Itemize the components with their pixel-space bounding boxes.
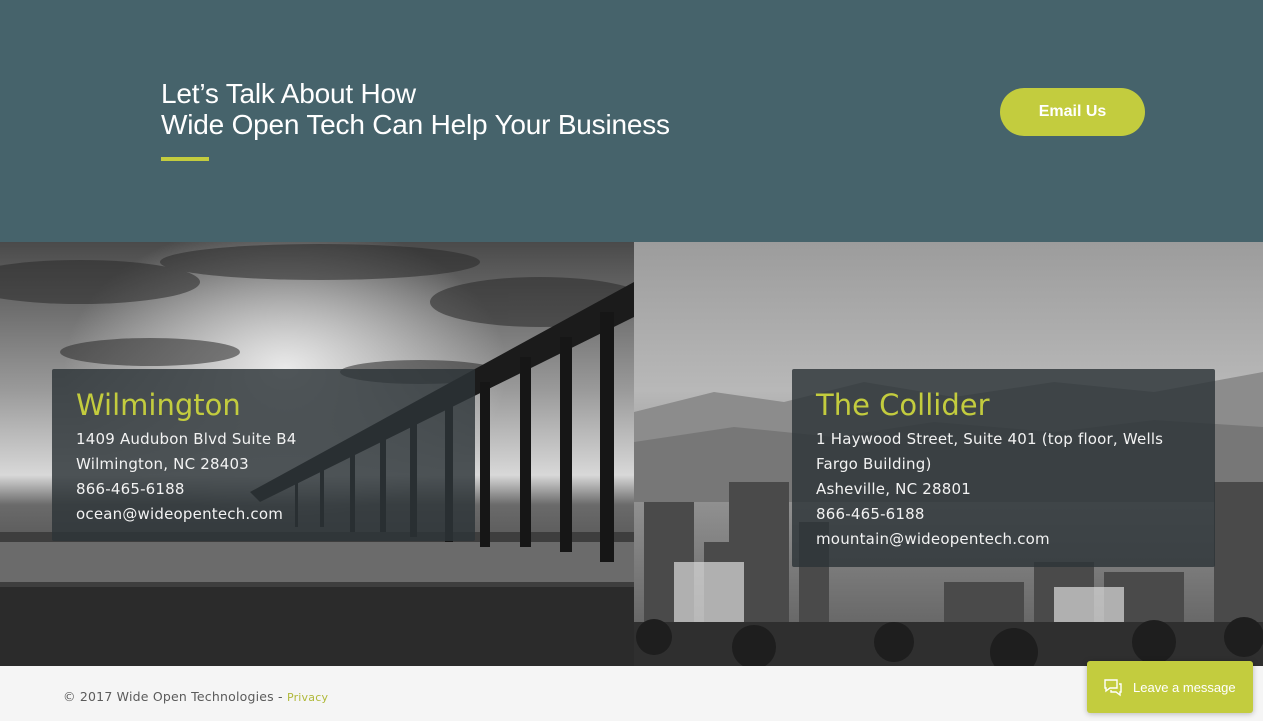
location-card-wilmington: Wilmington 1409 Audubon Blvd Suite B4 Wi…: [52, 369, 475, 541]
contact-hero: Let’s Talk About How Wide Open Tech Can …: [0, 0, 1263, 242]
location-email[interactable]: ocean@wideopentech.com: [76, 502, 451, 527]
location-city-line: Asheville, NC 28801: [816, 480, 971, 498]
collider-panel: The Collider 1 Haywood Street, Suite 401…: [634, 242, 1263, 666]
email-us-button[interactable]: Email Us: [1000, 88, 1145, 136]
location-title: The Collider: [816, 388, 990, 422]
hero-title-line1: Let’s Talk About How: [161, 78, 416, 109]
privacy-link[interactable]: Privacy: [287, 691, 328, 704]
location-city-line: Wilmington, NC 28403: [76, 455, 249, 473]
copyright-text: © 2017 Wide Open Technologies -: [63, 689, 287, 704]
chat-label: Leave a message: [1133, 679, 1236, 695]
location-address-line-2: Fargo Building): [816, 455, 932, 473]
hero-title: Let’s Talk About How Wide Open Tech Can …: [161, 78, 670, 140]
location-address-line: 1409 Audubon Blvd Suite B4: [76, 430, 297, 448]
wilmington-panel: Wilmington 1409 Audubon Blvd Suite B4 Wi…: [0, 242, 634, 666]
hero-title-line2: Wide Open Tech Can Help Your Business: [161, 109, 670, 140]
hero-accent-rule: [161, 157, 209, 161]
location-card-collider: The Collider 1 Haywood Street, Suite 401…: [792, 369, 1215, 567]
location-phone[interactable]: 866-465-6188: [76, 477, 451, 502]
location-phone[interactable]: 866-465-6188: [816, 502, 1191, 527]
leave-message-button[interactable]: Leave a message: [1087, 661, 1253, 713]
footer-copyright: © 2017 Wide Open Technologies - Privacy: [63, 689, 328, 704]
location-email[interactable]: mountain@wideopentech.com: [816, 527, 1191, 552]
location-title: Wilmington: [76, 388, 241, 422]
site-footer: © 2017 Wide Open Technologies - Privacy: [0, 666, 1263, 721]
location-address-line: 1 Haywood Street, Suite 401 (top floor, …: [816, 430, 1164, 448]
chat-icon: [1104, 679, 1122, 697]
